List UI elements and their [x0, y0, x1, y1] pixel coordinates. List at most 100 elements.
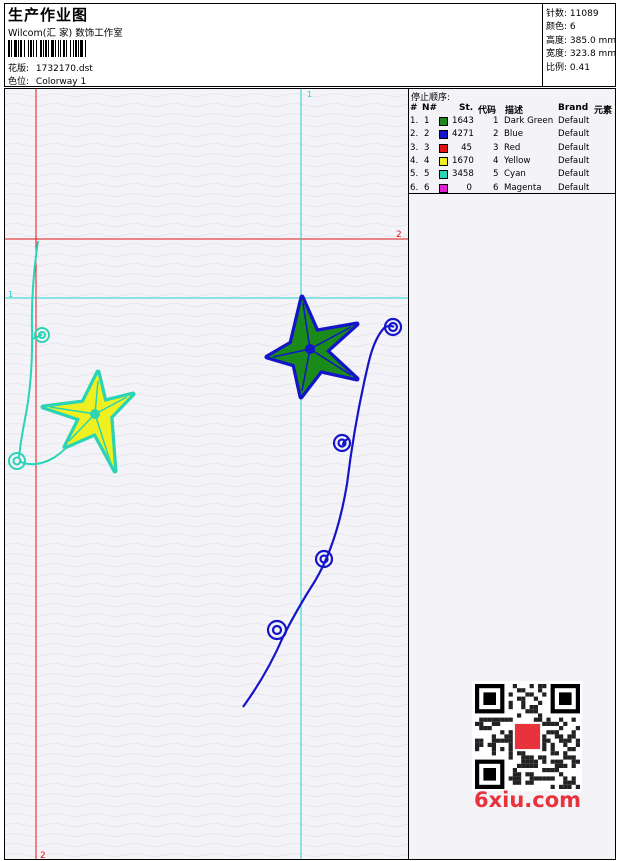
qr-module [512, 780, 517, 785]
qr-module [500, 717, 505, 722]
qr-module [542, 776, 547, 781]
stitches-value: 11089 [569, 9, 599, 19]
width-label: 宽度: [546, 49, 568, 59]
qr-module [508, 700, 513, 705]
qr-module [529, 692, 534, 697]
colors-stat: 颜色: 6 [546, 19, 576, 32]
qr-module [563, 776, 568, 781]
qr-module [508, 717, 513, 722]
qr-module [479, 738, 484, 743]
width-value: 323.8 mm [569, 49, 617, 59]
design-stats: 针数: 11089 颜色: 6 高度: 385.0 mm 宽度: 323.8 m… [542, 4, 617, 86]
width-stat: 宽度: 323.8 mm [546, 46, 616, 59]
table-divider [409, 193, 616, 194]
qr-module [475, 721, 480, 726]
qr-module [517, 688, 522, 693]
qr-module [491, 747, 496, 752]
qr-module [571, 763, 576, 768]
qr-module [559, 763, 564, 768]
qr-module [554, 730, 559, 735]
qr-module [563, 742, 568, 747]
qr-module [479, 726, 484, 731]
qr-module [542, 755, 547, 760]
row-description: Yellow [504, 155, 531, 166]
table-row[interactable]: 5. 5 3458 5 Cyan Default [409, 169, 616, 182]
qr-module [575, 742, 580, 747]
qr-module [542, 738, 547, 743]
qr-module [538, 776, 543, 781]
qr-module [550, 742, 555, 747]
qr-module [554, 768, 559, 773]
color-swatch [439, 117, 448, 126]
site-watermark: 6xiu.com [474, 788, 582, 812]
qr-code-watermark [472, 681, 582, 791]
col-header-stitches: St. [459, 103, 474, 113]
qr-module [567, 755, 572, 760]
qr-module [483, 726, 488, 731]
row-brand: Default [558, 182, 590, 193]
row-index: 2. [410, 129, 419, 140]
col-header-code: 代码 [478, 106, 497, 116]
row-needle: 3 [424, 142, 430, 153]
header-panel: 生产作业图 Wilcom(汇 家) 数饰工作室 花版: 1732170.dst … [4, 3, 616, 87]
row-brand: Default [558, 142, 590, 153]
qr-module [542, 759, 547, 764]
qr-module [479, 717, 484, 722]
table-row[interactable]: 4. 4 1670 4 Yellow Default [409, 156, 616, 169]
qr-module [529, 772, 534, 777]
qr-module [491, 751, 496, 756]
qr-module [521, 700, 526, 705]
col-header-element: 元素 [594, 106, 613, 116]
qr-module [575, 759, 580, 764]
row-needle: 5 [424, 169, 430, 180]
qr-module [563, 755, 568, 760]
table-row[interactable]: 1. 1 1643 1 Dark Green Default [409, 116, 616, 129]
qr-module [512, 776, 517, 781]
qr-module [521, 705, 526, 710]
qr-module [546, 768, 551, 773]
table-row[interactable]: 3. 3 45 3 Red Default [409, 143, 616, 156]
qr-module [504, 738, 509, 743]
qr-module [475, 742, 480, 747]
qr-module [538, 713, 543, 718]
qr-module [550, 759, 555, 764]
embroidery-preview: 2 2 1 1 [5, 89, 408, 859]
stitches-stat: 针数: 11089 [546, 6, 599, 19]
qr-module [550, 776, 555, 781]
row-index: 6. [410, 182, 419, 193]
qr-module [475, 738, 480, 743]
qr-module [563, 780, 568, 785]
row-needle: 6 [424, 182, 430, 193]
row-index: 3. [410, 142, 419, 153]
row-needle: 1 [424, 116, 430, 126]
qr-module [554, 763, 559, 768]
qr-module [529, 759, 534, 764]
qr-module [508, 751, 513, 756]
qr-module [559, 772, 564, 777]
qr-module [533, 709, 538, 714]
color-swatch [439, 143, 448, 153]
qr-module [554, 721, 559, 726]
table-row[interactable]: 2. 2 4271 2 Blue Default [409, 129, 616, 142]
qr-module [559, 738, 564, 743]
qr-module [521, 755, 526, 760]
qr-module [525, 755, 530, 760]
qr-module [542, 734, 547, 739]
height-label: 高度: [546, 36, 568, 46]
qr-module [567, 780, 572, 785]
qr-module [508, 755, 513, 760]
color-swatch [439, 170, 448, 180]
row-description: Red [504, 142, 521, 153]
qr-finder [483, 768, 496, 781]
color-swatch [439, 183, 448, 193]
qr-module [559, 734, 564, 739]
stitches-label: 针数: [546, 9, 568, 19]
design-canvas[interactable]: 2 2 1 1 [4, 88, 409, 860]
qr-module [517, 751, 522, 756]
qr-module [533, 759, 538, 764]
qr-module [554, 759, 559, 764]
qr-module [521, 688, 526, 693]
qr-module [542, 742, 547, 747]
qr-module [546, 738, 551, 743]
qr-module [521, 759, 526, 764]
